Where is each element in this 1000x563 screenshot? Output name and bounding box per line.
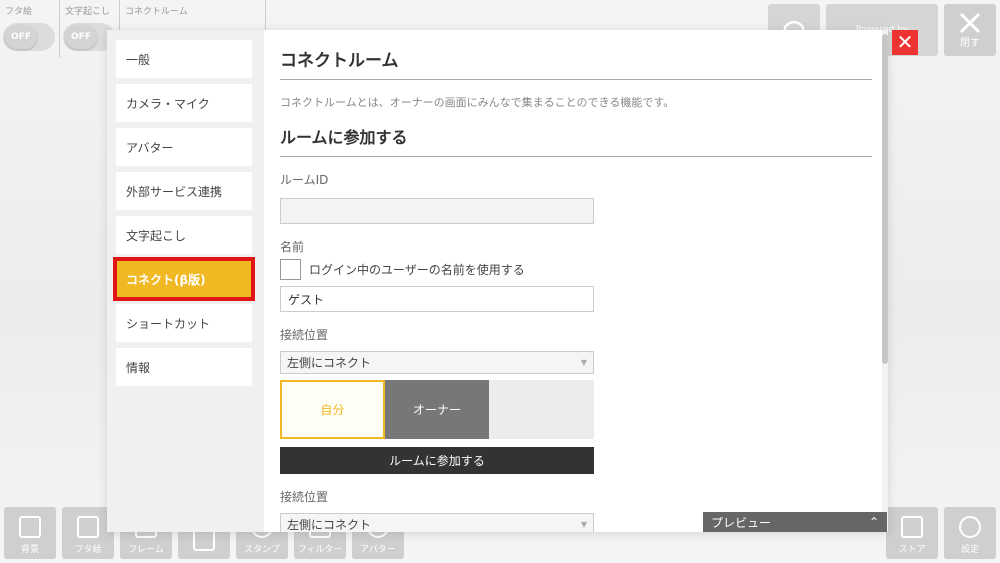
sidebar-item-avatar[interactable]: アバター xyxy=(116,128,252,166)
sidebar-item-shortcut[interactable]: ショートカット xyxy=(116,304,252,342)
section-title: ルームに参加する xyxy=(280,124,872,157)
position-label: 接続位置 xyxy=(280,328,329,342)
position-preview: 自分 オーナー xyxy=(280,380,594,439)
sidebar-item-label: 情報 xyxy=(126,360,151,375)
use-login-name-checkbox[interactable] xyxy=(280,259,301,280)
content-scrollbar[interactable] xyxy=(882,30,888,532)
settings-modal: 一般 カメラ・マイク アバター 外部サービス連携 文字起こし コネクト(β版) … xyxy=(107,30,888,532)
position-select-2[interactable]: 左側にコネクト ▼ xyxy=(280,513,594,532)
settings-button[interactable]: 設定 xyxy=(944,507,996,559)
position-select-value: 左側にコネクト xyxy=(287,518,372,532)
tool-label: スタンプ xyxy=(244,545,280,555)
tool-label: フレーム xyxy=(128,545,164,555)
name-input[interactable] xyxy=(280,286,594,312)
close-icon xyxy=(959,12,981,33)
room-id-label: ルームID xyxy=(280,173,329,187)
preview-label: プレビュー xyxy=(711,515,772,530)
sidebar-item-label: 一般 xyxy=(126,52,151,67)
sidebar-item-info[interactable]: 情報 xyxy=(116,348,252,386)
tool-label: フタ絵 xyxy=(74,545,102,555)
sidebar-item-label: カメラ・マイク xyxy=(126,96,210,111)
sidebar-item-external-services[interactable]: 外部サービス連携 xyxy=(116,172,252,210)
sidebar-item-camera-mic[interactable]: カメラ・マイク xyxy=(116,84,252,122)
bottom-right-tools: ストア 設定 xyxy=(886,507,996,559)
join-room-button[interactable]: ルームに参加する xyxy=(280,447,594,474)
hide-button[interactable]: 閉す xyxy=(944,4,996,56)
page-title: コネクトルーム xyxy=(280,46,872,80)
preview-bar[interactable]: プレビュー ⌃ xyxy=(703,512,887,532)
room-id-input[interactable] xyxy=(280,198,594,224)
position-empty-slot xyxy=(489,380,594,439)
chevron-down-icon: ▼ xyxy=(580,520,587,529)
chevron-up-icon: ⌃ xyxy=(868,515,879,529)
toggle-transcription-state: OFF xyxy=(65,25,97,49)
position-label-2: 接続位置 xyxy=(280,490,329,504)
position-select-value: 左側にコネクト xyxy=(287,356,372,370)
sidebar-item-label: アバター xyxy=(126,140,174,155)
layer-icon xyxy=(77,516,99,538)
position-owner-slot: オーナー xyxy=(384,380,490,439)
background-tool-button[interactable]: 背景 xyxy=(4,507,56,559)
settings-sidebar: 一般 カメラ・マイク アバター 外部サービス連携 文字起こし コネクト(β版) … xyxy=(107,30,264,532)
modal-close-button[interactable]: ✕ xyxy=(892,30,918,55)
sidebar-item-connect[interactable]: コネクト(β版) xyxy=(113,257,255,301)
gear-icon xyxy=(959,516,981,538)
sidebar-item-label: コネクト(β版) xyxy=(126,272,206,287)
use-login-name-label: ログイン中のユーザーの名前を使用する xyxy=(309,263,525,277)
tool-label: アバター xyxy=(360,545,396,555)
store-icon xyxy=(901,516,923,538)
toggle-connect-room-label: コネクトルーム xyxy=(125,7,188,17)
store-button[interactable]: ストア xyxy=(886,507,938,559)
sidebar-item-label: ショートカット xyxy=(126,316,211,331)
sidebar-item-label: 文字起こし xyxy=(126,228,187,243)
toggle-futae-switch[interactable]: OFF xyxy=(3,23,55,51)
sidebar-item-transcription[interactable]: 文字起こし xyxy=(116,216,252,254)
chevron-down-icon: ▼ xyxy=(580,358,587,367)
use-login-name-row: ログイン中のユーザーの名前を使用する xyxy=(280,259,888,280)
page-description: コネクトルームとは、オーナーの画面にみんなで集まることのできる機能です。 xyxy=(280,96,675,109)
tool-label: フィルター xyxy=(297,545,343,555)
sidebar-item-label: 外部サービス連携 xyxy=(126,184,223,199)
toggle-futae[interactable]: フタ絵 OFF xyxy=(0,0,60,58)
toggle-transcription-label: 文字起こし xyxy=(65,7,111,17)
toggle-futae-state: OFF xyxy=(5,25,37,49)
image-icon xyxy=(19,516,41,538)
sidebar-item-general[interactable]: 一般 xyxy=(116,40,252,78)
hide-button-label: 閉す xyxy=(960,37,980,49)
name-label: 名前 xyxy=(280,240,305,254)
tool-label: 背景 xyxy=(20,545,39,555)
settings-content: コネクトルーム コネクトルームとは、オーナーの画面にみんなで集まることのできる機… xyxy=(264,30,888,532)
close-icon: ✕ xyxy=(896,30,914,54)
tool-label: 設定 xyxy=(960,545,979,555)
tool-icon xyxy=(193,529,215,551)
position-select[interactable]: 左側にコネクト ▼ xyxy=(280,351,594,374)
position-self-slot: 自分 xyxy=(280,380,385,439)
scrollbar-thumb[interactable] xyxy=(882,34,888,364)
toggle-futae-label: フタ絵 xyxy=(5,7,33,17)
tool-label: ストア xyxy=(898,545,926,555)
